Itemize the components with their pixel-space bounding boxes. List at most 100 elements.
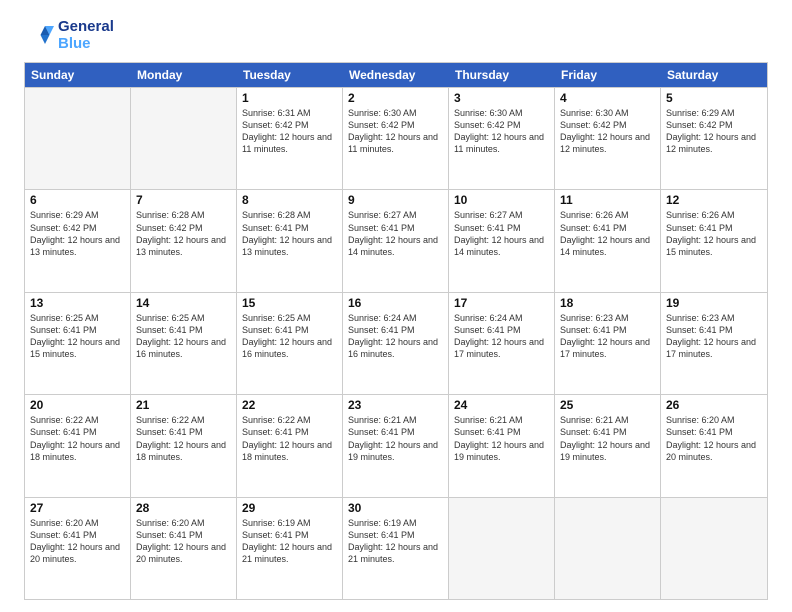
cell-info: Sunrise: 6:28 AM Sunset: 6:41 PM Dayligh… bbox=[242, 209, 337, 258]
day-number: 13 bbox=[30, 296, 125, 310]
day-number: 8 bbox=[242, 193, 337, 207]
calendar-cell bbox=[661, 498, 767, 599]
cell-info: Sunrise: 6:23 AM Sunset: 6:41 PM Dayligh… bbox=[666, 312, 762, 361]
cell-info: Sunrise: 6:28 AM Sunset: 6:42 PM Dayligh… bbox=[136, 209, 231, 258]
cell-info: Sunrise: 6:27 AM Sunset: 6:41 PM Dayligh… bbox=[348, 209, 443, 258]
calendar-cell: 13 Sunrise: 6:25 AM Sunset: 6:41 PM Dayli… bbox=[25, 293, 131, 394]
day-number: 11 bbox=[560, 193, 655, 207]
cell-info: Sunrise: 6:27 AM Sunset: 6:41 PM Dayligh… bbox=[454, 209, 549, 258]
calendar-cell: 8 Sunrise: 6:28 AM Sunset: 6:41 PM Daylig… bbox=[237, 190, 343, 291]
day-number: 17 bbox=[454, 296, 549, 310]
weekday-header: Saturday bbox=[661, 63, 767, 87]
cell-info: Sunrise: 6:30 AM Sunset: 6:42 PM Dayligh… bbox=[454, 107, 549, 156]
cell-info: Sunrise: 6:25 AM Sunset: 6:41 PM Dayligh… bbox=[136, 312, 231, 361]
calendar-cell bbox=[131, 88, 237, 189]
calendar-row: 20 Sunrise: 6:22 AM Sunset: 6:41 PM Dayli… bbox=[25, 394, 767, 496]
cell-info: Sunrise: 6:31 AM Sunset: 6:42 PM Dayligh… bbox=[242, 107, 337, 156]
calendar-cell: 19 Sunrise: 6:23 AM Sunset: 6:41 PM Dayli… bbox=[661, 293, 767, 394]
weekday-header: Monday bbox=[131, 63, 237, 87]
calendar-cell: 10 Sunrise: 6:27 AM Sunset: 6:41 PM Dayli… bbox=[449, 190, 555, 291]
cell-info: Sunrise: 6:21 AM Sunset: 6:41 PM Dayligh… bbox=[348, 414, 443, 463]
day-number: 1 bbox=[242, 91, 337, 105]
day-number: 19 bbox=[666, 296, 762, 310]
calendar-header: SundayMondayTuesdayWednesdayThursdayFrid… bbox=[25, 63, 767, 87]
cell-info: Sunrise: 6:20 AM Sunset: 6:41 PM Dayligh… bbox=[666, 414, 762, 463]
weekday-header: Sunday bbox=[25, 63, 131, 87]
calendar-cell: 20Sunrise: 6:22 AM Sunset: 6:41 PM Dayli… bbox=[25, 395, 131, 496]
cell-info: Sunrise: 6:24 AM Sunset: 6:41 PM Dayligh… bbox=[454, 312, 549, 361]
cell-info: Sunrise: 6:21 AM Sunset: 6:41 PM Dayligh… bbox=[560, 414, 655, 463]
calendar-cell: 16 Sunrise: 6:24 AM Sunset: 6:41 PM Dayli… bbox=[343, 293, 449, 394]
calendar-cell: 26 Sunrise: 6:20 AM Sunset: 6:41 PM Dayli… bbox=[661, 395, 767, 496]
day-number: 20 bbox=[30, 398, 125, 412]
cell-info: Sunrise: 6:25 AM Sunset: 6:41 PM Dayligh… bbox=[242, 312, 337, 361]
logo-icon bbox=[24, 20, 54, 50]
calendar-cell bbox=[25, 88, 131, 189]
day-number: 12 bbox=[666, 193, 762, 207]
weekday-header: Friday bbox=[555, 63, 661, 87]
day-number: 25 bbox=[560, 398, 655, 412]
day-number: 23 bbox=[348, 398, 443, 412]
cell-info: Sunrise: 6:19 AM Sunset: 6:41 PM Dayligh… bbox=[348, 517, 443, 566]
day-number: 16 bbox=[348, 296, 443, 310]
calendar-cell: 12 Sunrise: 6:26 AM Sunset: 6:41 PM Dayli… bbox=[661, 190, 767, 291]
calendar-cell: 1 Sunrise: 6:31 AM Sunset: 6:42 PM Daylig… bbox=[237, 88, 343, 189]
day-number: 2 bbox=[348, 91, 443, 105]
cell-info: Sunrise: 6:25 AM Sunset: 6:41 PM Dayligh… bbox=[30, 312, 125, 361]
day-number: 24 bbox=[454, 398, 549, 412]
calendar-row: 1 Sunrise: 6:31 AM Sunset: 6:42 PM Daylig… bbox=[25, 87, 767, 189]
cell-info: Sunrise: 6:26 AM Sunset: 6:41 PM Dayligh… bbox=[560, 209, 655, 258]
day-number: 18 bbox=[560, 296, 655, 310]
day-number: 3 bbox=[454, 91, 549, 105]
cell-info: Sunrise: 6:23 AM Sunset: 6:41 PM Dayligh… bbox=[560, 312, 655, 361]
calendar-cell bbox=[555, 498, 661, 599]
day-number: 6 bbox=[30, 193, 125, 207]
day-number: 7 bbox=[136, 193, 231, 207]
calendar-cell: 18 Sunrise: 6:23 AM Sunset: 6:41 PM Dayli… bbox=[555, 293, 661, 394]
calendar-row: 6 Sunrise: 6:29 AM Sunset: 6:42 PM Daylig… bbox=[25, 189, 767, 291]
day-number: 10 bbox=[454, 193, 549, 207]
day-number: 15 bbox=[242, 296, 337, 310]
logo-text: General Blue bbox=[58, 18, 114, 52]
calendar-cell: 5Sunrise: 6:29 AM Sunset: 6:42 PM Daylig… bbox=[661, 88, 767, 189]
page: General Blue SundayMondayTuesdayWednesda… bbox=[0, 0, 792, 612]
calendar-body: 1 Sunrise: 6:31 AM Sunset: 6:42 PM Daylig… bbox=[25, 87, 767, 599]
calendar-cell: 24 Sunrise: 6:21 AM Sunset: 6:41 PM Dayli… bbox=[449, 395, 555, 496]
cell-info: Sunrise: 6:21 AM Sunset: 6:41 PM Dayligh… bbox=[454, 414, 549, 463]
cell-info: Sunrise: 6:26 AM Sunset: 6:41 PM Dayligh… bbox=[666, 209, 762, 258]
day-number: 14 bbox=[136, 296, 231, 310]
day-number: 27 bbox=[30, 501, 125, 515]
day-number: 30 bbox=[348, 501, 443, 515]
calendar-cell: 29Sunrise: 6:19 AM Sunset: 6:41 PM Dayli… bbox=[237, 498, 343, 599]
cell-info: Sunrise: 6:22 AM Sunset: 6:41 PM Dayligh… bbox=[242, 414, 337, 463]
calendar-cell: 22Sunrise: 6:22 AM Sunset: 6:41 PM Dayli… bbox=[237, 395, 343, 496]
cell-info: Sunrise: 6:20 AM Sunset: 6:41 PM Dayligh… bbox=[30, 517, 125, 566]
logo: General Blue bbox=[24, 18, 114, 52]
calendar-cell: 25 Sunrise: 6:21 AM Sunset: 6:41 PM Dayli… bbox=[555, 395, 661, 496]
calendar-cell: 3 Sunrise: 6:30 AM Sunset: 6:42 PM Daylig… bbox=[449, 88, 555, 189]
calendar-row: 13 Sunrise: 6:25 AM Sunset: 6:41 PM Dayli… bbox=[25, 292, 767, 394]
day-number: 21 bbox=[136, 398, 231, 412]
day-number: 29 bbox=[242, 501, 337, 515]
calendar-cell: 17 Sunrise: 6:24 AM Sunset: 6:41 PM Dayli… bbox=[449, 293, 555, 394]
weekday-header: Wednesday bbox=[343, 63, 449, 87]
calendar-cell: 4Sunrise: 6:30 AM Sunset: 6:42 PM Daylig… bbox=[555, 88, 661, 189]
cell-info: Sunrise: 6:29 AM Sunset: 6:42 PM Dayligh… bbox=[30, 209, 125, 258]
calendar-cell: 28 Sunrise: 6:20 AM Sunset: 6:41 PM Dayli… bbox=[131, 498, 237, 599]
cell-info: Sunrise: 6:24 AM Sunset: 6:41 PM Dayligh… bbox=[348, 312, 443, 361]
calendar-cell: 23 Sunrise: 6:21 AM Sunset: 6:41 PM Dayli… bbox=[343, 395, 449, 496]
header: General Blue bbox=[24, 18, 768, 52]
calendar-cell: 30 Sunrise: 6:19 AM Sunset: 6:41 PM Dayli… bbox=[343, 498, 449, 599]
calendar-row: 27 Sunrise: 6:20 AM Sunset: 6:41 PM Dayli… bbox=[25, 497, 767, 599]
calendar-cell: 15 Sunrise: 6:25 AM Sunset: 6:41 PM Dayli… bbox=[237, 293, 343, 394]
calendar-cell: 14 Sunrise: 6:25 AM Sunset: 6:41 PM Dayli… bbox=[131, 293, 237, 394]
cell-info: Sunrise: 6:20 AM Sunset: 6:41 PM Dayligh… bbox=[136, 517, 231, 566]
calendar-cell: 9Sunrise: 6:27 AM Sunset: 6:41 PM Daylig… bbox=[343, 190, 449, 291]
calendar-cell bbox=[449, 498, 555, 599]
day-number: 26 bbox=[666, 398, 762, 412]
weekday-header: Tuesday bbox=[237, 63, 343, 87]
cell-info: Sunrise: 6:22 AM Sunset: 6:41 PM Dayligh… bbox=[136, 414, 231, 463]
calendar-cell: 6 Sunrise: 6:29 AM Sunset: 6:42 PM Daylig… bbox=[25, 190, 131, 291]
calendar-cell: 27 Sunrise: 6:20 AM Sunset: 6:41 PM Dayli… bbox=[25, 498, 131, 599]
day-number: 28 bbox=[136, 501, 231, 515]
